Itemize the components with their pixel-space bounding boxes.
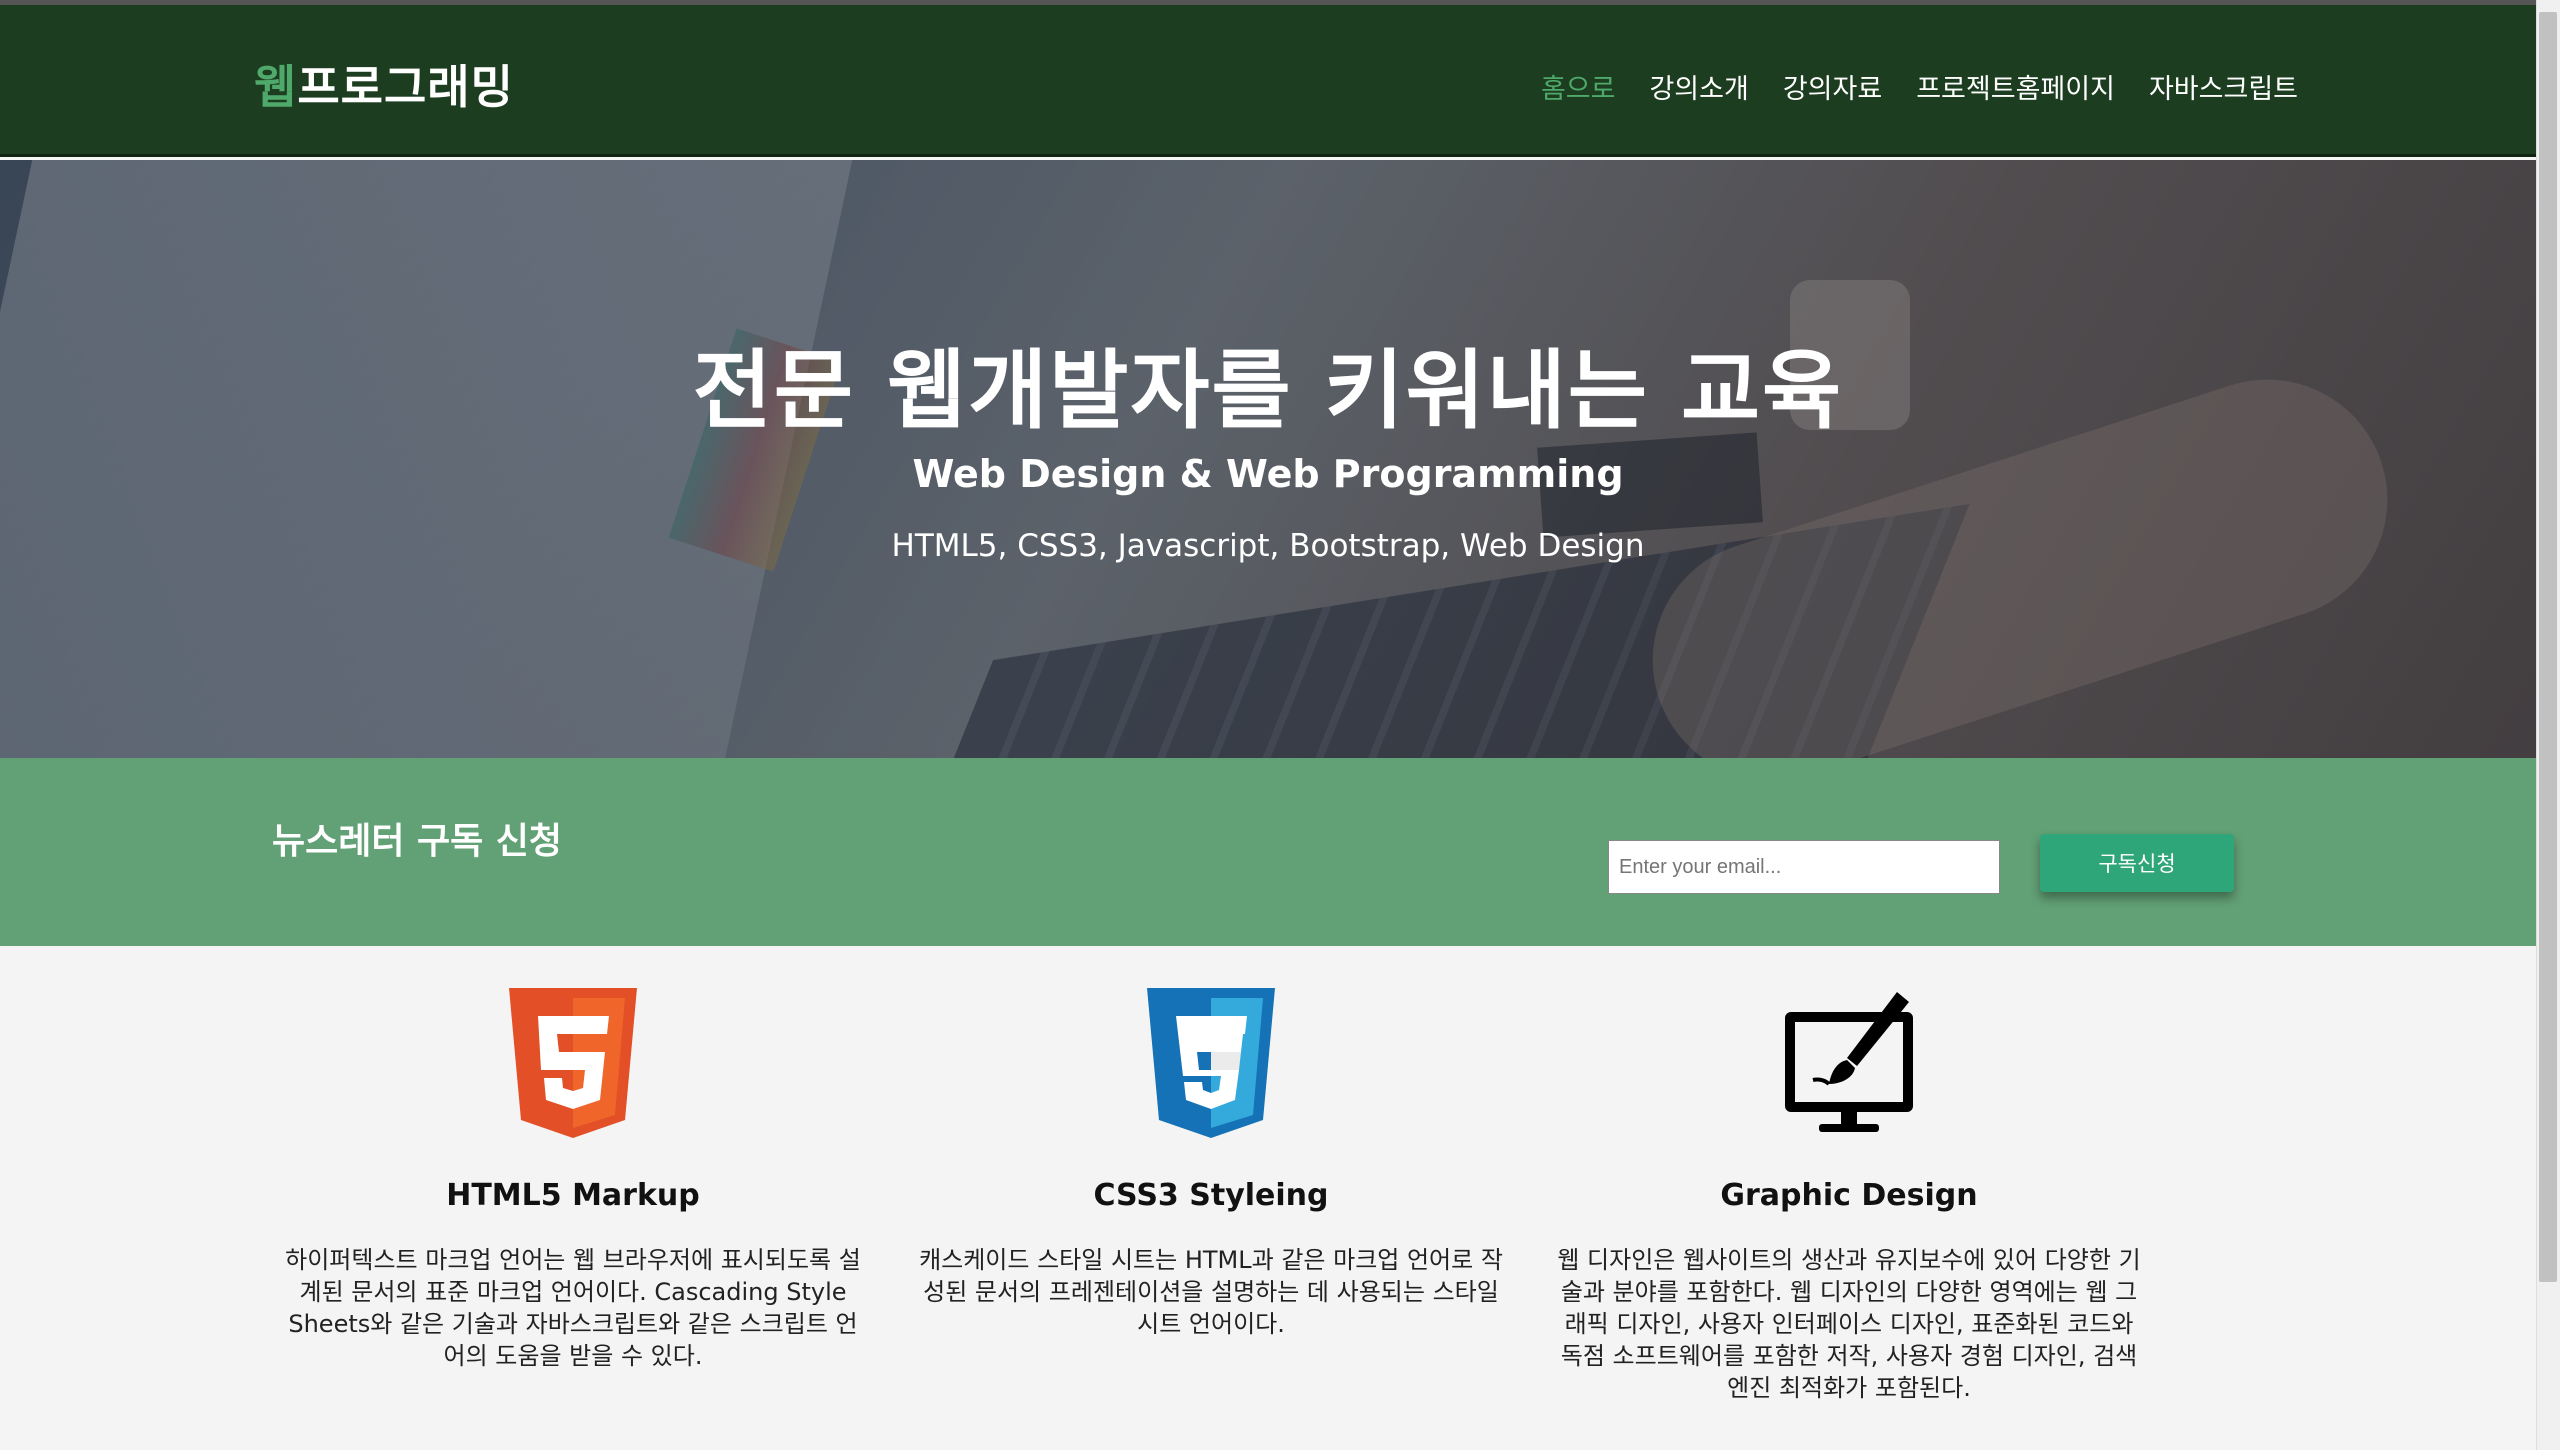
hero-tagline: HTML5, CSS3, Javascript, Bootstrap, Web … bbox=[891, 528, 1645, 564]
hero-banner: 전문 웹개발자를 키워내는 교육 Web Design & Web Progra… bbox=[0, 160, 2536, 758]
feature-title: HTML5 Markup bbox=[446, 1178, 700, 1213]
brand-logo[interactable]: 웹프로그래밍 bbox=[254, 51, 514, 117]
newsletter-heading: 뉴스레터 구독 신청 bbox=[272, 821, 563, 862]
feature-description: 캐스케이드 스타일 시트는 HTML과 같은 마크업 언어로 작성된 문서의 프… bbox=[919, 1246, 1503, 1338]
nav-link-project-homepage[interactable]: 프로젝트홈페이지 bbox=[1916, 67, 2115, 106]
nav-link-course-intro[interactable]: 강의소개 bbox=[1649, 67, 1748, 106]
main-nav: 홈으로 강의소개 강의자료 프로젝트홈페이지 자바스크립트 bbox=[1541, 67, 2298, 106]
nav-link-home[interactable]: 홈으로 bbox=[1541, 67, 1616, 106]
navbar: 웹프로그래밍 홈으로 강의소개 강의자료 프로젝트홈페이지 자바스크립트 bbox=[0, 5, 2536, 157]
feature-description: 하이퍼텍스트 마크업 언어는 웹 브라우저에 표시되도록 설계된 문서의 표준 … bbox=[285, 1246, 861, 1370]
subscribe-button[interactable]: 구독신청 bbox=[2040, 834, 2234, 892]
features-section: HTML5 Markup 하이퍼텍스트 마크업 언어는 웹 브라우저에 표시되도… bbox=[0, 946, 2536, 1450]
feature-description: 웹 디자인은 웹사이트의 생산과 유지보수에 있어 다양한 기술과 분야를 포함… bbox=[1557, 1246, 2141, 1402]
nav-link-javascript[interactable]: 자바스크립트 bbox=[2149, 67, 2298, 106]
newsletter-section: 뉴스레터 구독 신청 구독신청 bbox=[0, 758, 2536, 946]
email-input[interactable] bbox=[1608, 840, 2000, 894]
scrollbar-thumb[interactable] bbox=[2539, 12, 2557, 1282]
feature-title: Graphic Design bbox=[1720, 1178, 1978, 1213]
html5-logo-icon bbox=[509, 988, 637, 1138]
css3-logo-icon bbox=[1147, 988, 1275, 1138]
hero-subtitle: Web Design & Web Programming bbox=[912, 452, 1624, 496]
nav-link-course-materials[interactable]: 강의자료 bbox=[1783, 67, 1882, 106]
brand-text: 프로그래밍 bbox=[297, 60, 514, 114]
hero-title: 전문 웹개발자를 키워내는 교육 bbox=[692, 341, 1844, 441]
brand-accent: 웹 bbox=[254, 60, 298, 114]
monitor-brush-icon bbox=[1785, 992, 1913, 1132]
feature-title: CSS3 Styleing bbox=[1093, 1178, 1329, 1213]
